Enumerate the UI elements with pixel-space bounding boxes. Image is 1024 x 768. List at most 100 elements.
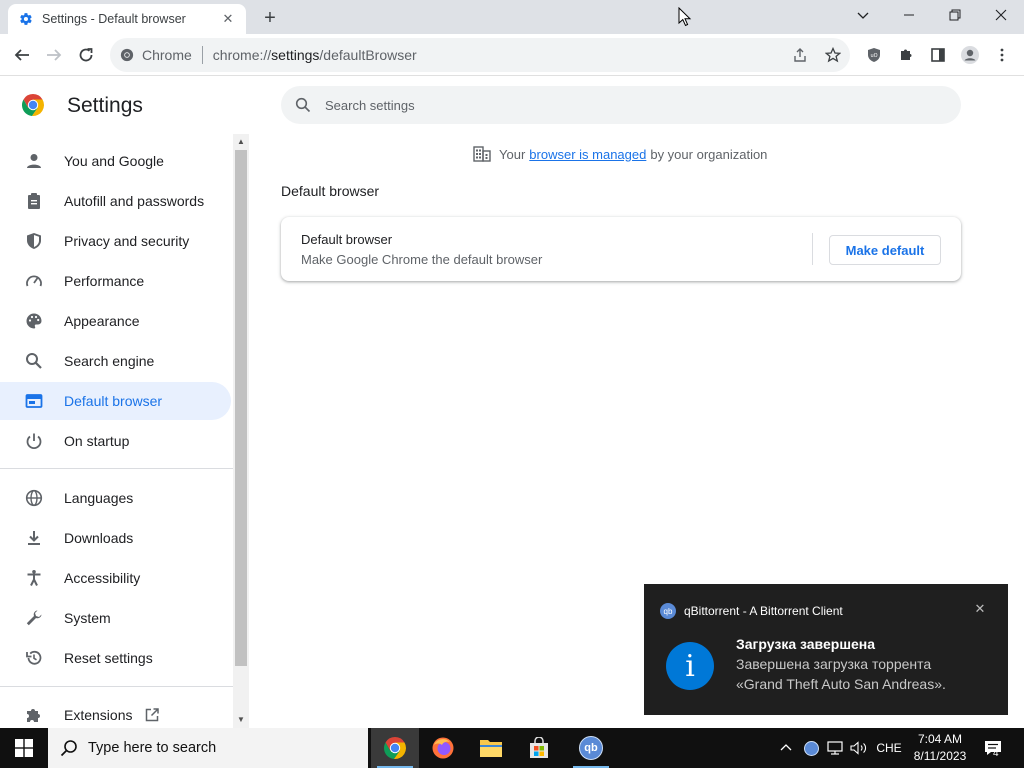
close-icon[interactable]: ✕ — [972, 601, 988, 617]
sidebar-item-downloads[interactable]: Downloads — [0, 519, 231, 557]
card-separator — [812, 233, 813, 265]
taskbar-file-explorer-icon[interactable] — [467, 728, 515, 768]
bookmark-star-icon[interactable] — [825, 47, 841, 63]
sidebar-item-accessibility[interactable]: Accessibility — [0, 559, 231, 597]
sidebar-item-appearance[interactable]: Appearance — [0, 302, 231, 340]
search-icon — [60, 739, 78, 757]
tab-title: Settings - Default browser — [42, 12, 186, 26]
scroll-down-arrow-icon[interactable]: ▼ — [233, 712, 249, 726]
sidebar-item-label: You and Google — [64, 153, 164, 169]
taskbar-firefox-icon[interactable] — [419, 728, 467, 768]
taskbar-search[interactable] — [48, 728, 368, 768]
tab-strip: Settings - Default browser ✕ + — [0, 0, 1024, 34]
chrome-menu-icon[interactable] — [989, 42, 1015, 68]
share-icon[interactable] — [792, 47, 808, 63]
search-icon — [295, 97, 311, 113]
palette-icon — [24, 311, 44, 331]
clipboard-icon — [24, 191, 44, 211]
taskbar-clock[interactable]: 7:04 AM 8/11/2023 — [908, 731, 972, 765]
settings-search[interactable] — [281, 86, 961, 124]
notification-body: «Grand Theft Auto San Andreas». — [736, 676, 946, 692]
minimize-button[interactable] — [886, 0, 932, 30]
clock-time: 7:04 AM — [917, 732, 963, 746]
notification-toast[interactable]: qb qBittorrent - A Bittorrent Client ✕ i… — [644, 584, 1008, 715]
external-link-icon — [144, 707, 160, 723]
power-icon — [24, 431, 44, 451]
clock-date: 8/11/2023 — [913, 749, 967, 763]
card-title: Default browser — [301, 232, 393, 247]
site-chip[interactable]: Chrome — [120, 47, 192, 63]
sidebar-item-languages[interactable]: Languages — [0, 479, 231, 517]
new-tab-button[interactable]: + — [258, 6, 282, 30]
windows-start-icon[interactable] — [0, 728, 48, 768]
ublock-shield-icon[interactable]: uO — [861, 42, 887, 68]
speedometer-icon — [24, 271, 44, 291]
building-icon — [473, 146, 491, 162]
notification-app-name: qBittorrent - A Bittorrent Client — [684, 604, 843, 618]
managed-prefix: Your — [499, 146, 526, 162]
tab-settings[interactable]: Settings - Default browser ✕ — [8, 4, 246, 34]
tray-qbittorrent-icon[interactable] — [800, 728, 822, 768]
sidebar-item-reset-settings[interactable]: Reset settings — [0, 639, 231, 677]
sidebar-item-label: Autofill and passwords — [64, 193, 205, 209]
svg-text:uO: uO — [870, 53, 877, 59]
sidebar-item-default-browser[interactable]: Default browser — [0, 382, 231, 420]
notification-body: Завершена загрузка торрента — [736, 656, 932, 672]
back-button[interactable] — [9, 42, 35, 68]
volume-icon[interactable] — [848, 728, 870, 768]
scroll-up-arrow-icon[interactable]: ▲ — [233, 134, 249, 148]
sidebar-item-extensions[interactable]: Extensions — [0, 696, 231, 728]
sidebar-item-autofill[interactable]: Autofill and passwords — [0, 182, 231, 220]
url-text: chrome://settings/defaultBrowser — [212, 47, 417, 63]
taskbar: qb CHE 7:04 AM 8/11/2023 4 — [0, 728, 1024, 768]
sidebar-item-label: Reset settings — [64, 650, 153, 666]
sidebar-scrollbar[interactable]: ▲ ▼ — [233, 134, 249, 728]
sidebar-item-label: Accessibility — [64, 570, 141, 586]
profile-avatar-icon[interactable] — [957, 42, 983, 68]
shield-icon — [24, 231, 44, 251]
sidebar-item-label: Search engine — [64, 353, 155, 369]
chrome-logo-icon — [21, 93, 45, 117]
browser-managed-link[interactable]: browser is managed — [529, 147, 646, 162]
puzzle-icon — [24, 705, 44, 725]
card-subtitle: Make Google Chrome the default browser — [301, 252, 543, 267]
reload-button[interactable] — [73, 42, 99, 68]
make-default-button[interactable]: Make default — [829, 235, 941, 265]
search-input[interactable] — [325, 97, 925, 113]
taskbar-qbittorrent-icon[interactable]: qb — [567, 728, 615, 768]
window-close-button[interactable] — [978, 0, 1024, 30]
taskbar-store-icon[interactable] — [515, 728, 563, 768]
managed-notice: Your browser is managed by your organiza… — [473, 146, 767, 162]
tab-search-chevron-icon[interactable] — [840, 0, 886, 30]
sidebar-item-on-startup[interactable]: On startup — [0, 422, 231, 460]
restore-button[interactable] — [932, 0, 978, 30]
sidebar-item-system[interactable]: System — [0, 599, 231, 637]
taskbar-chrome-icon[interactable] — [371, 728, 419, 768]
info-icon: i — [666, 642, 714, 690]
section-title: Default browser — [281, 183, 380, 199]
sidebar-item-performance[interactable]: Performance — [0, 262, 231, 300]
close-icon[interactable]: ✕ — [220, 11, 236, 27]
sidebar-item-label: On startup — [64, 433, 130, 449]
address-bar[interactable]: Chrome chrome://settings/defaultBrowser — [110, 38, 850, 72]
input-language-indicator[interactable]: CHE — [873, 728, 905, 768]
forward-button[interactable] — [41, 42, 67, 68]
network-icon[interactable] — [824, 728, 846, 768]
sidebar-item-label: Privacy and security — [64, 233, 190, 249]
mouse-cursor-icon — [678, 6, 692, 32]
download-icon — [24, 528, 44, 548]
sidebar-divider — [0, 686, 233, 687]
sidebar-item-you-and-google[interactable]: You and Google — [0, 142, 231, 180]
sidebar-item-label: Extensions — [64, 707, 133, 723]
taskbar-search-input[interactable] — [88, 740, 358, 756]
extensions-puzzle-icon[interactable] — [893, 42, 919, 68]
sidebar-item-search-engine[interactable]: Search engine — [0, 342, 231, 380]
side-panel-icon[interactable] — [925, 42, 951, 68]
omnibox-separator — [201, 46, 203, 64]
scrollbar-thumb[interactable] — [235, 150, 247, 666]
sidebar-item-label: Downloads — [64, 530, 134, 546]
sidebar-item-privacy[interactable]: Privacy and security — [0, 222, 231, 260]
sidebar-divider — [0, 468, 233, 469]
page-title: Settings — [67, 94, 143, 117]
tray-overflow-chevron-icon[interactable] — [776, 728, 796, 768]
